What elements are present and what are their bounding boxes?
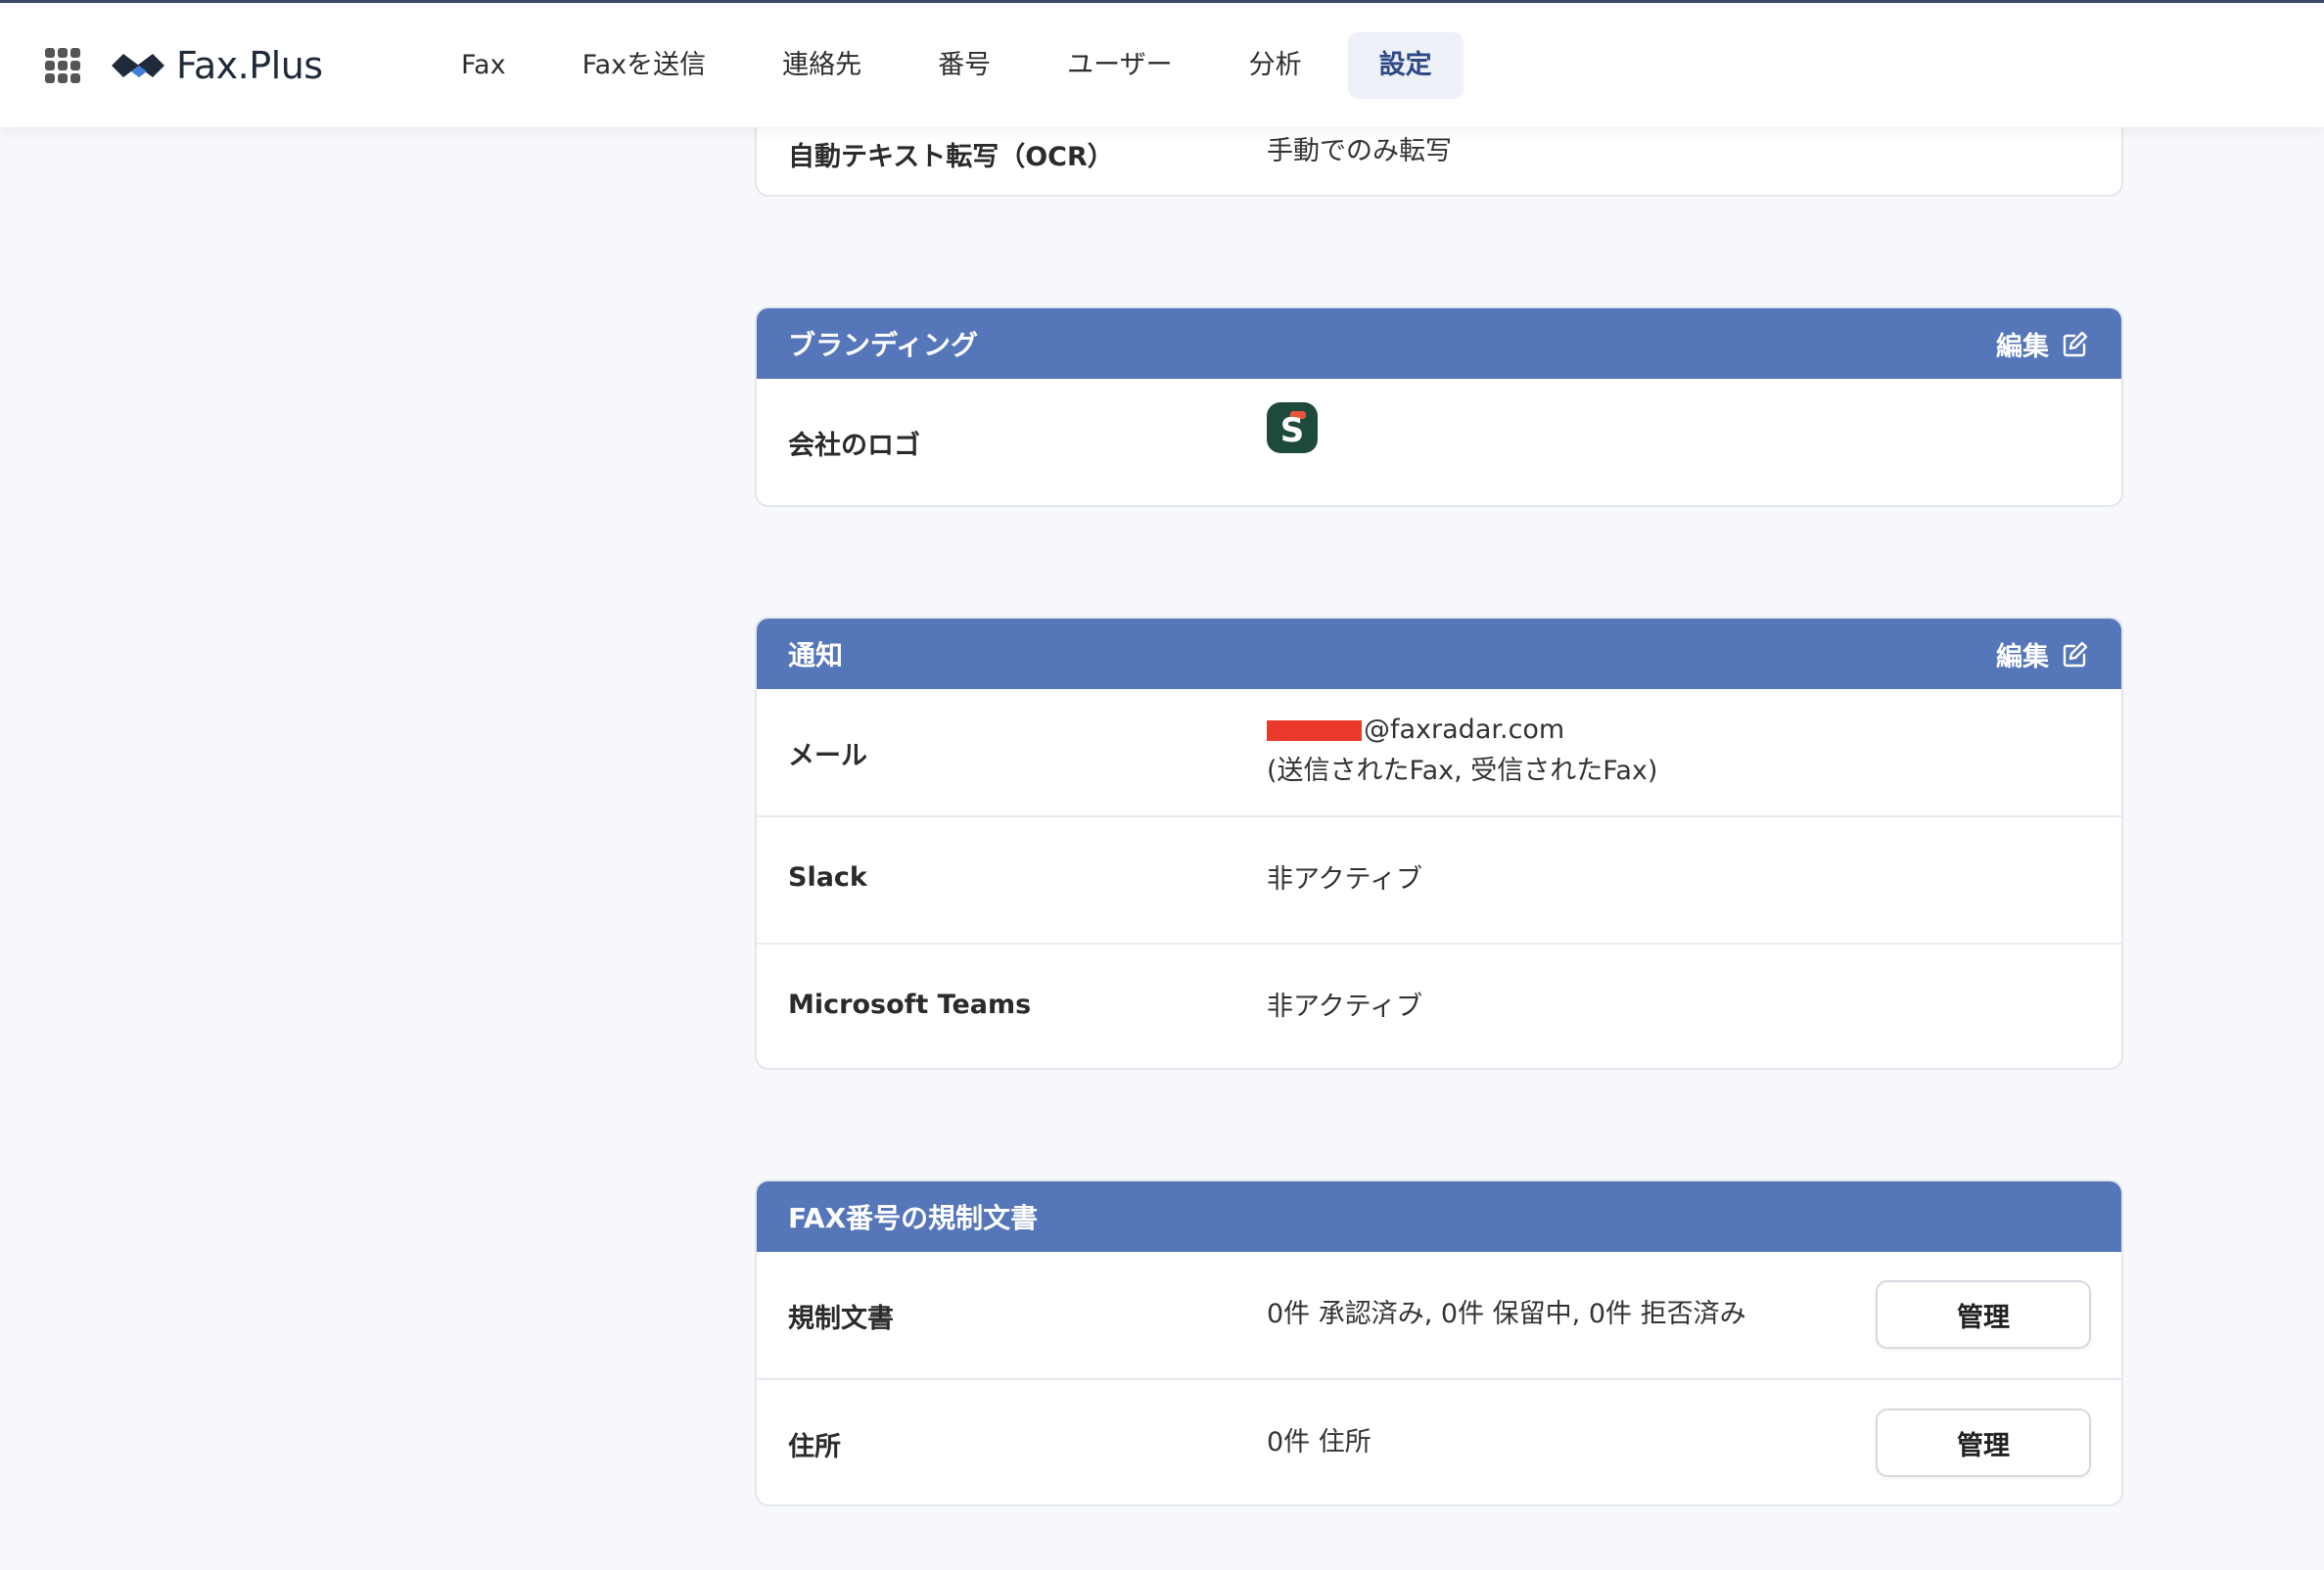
teams-notification-row: Microsoft Teams 非アクティブ (757, 943, 2121, 1068)
manage-address-button[interactable]: 管理 (1876, 1408, 2091, 1477)
main-nav: Fax Faxを送信 連絡先 番号 ユーザー 分析 設定 (431, 32, 1479, 99)
slack-value: 非アクティブ (1267, 864, 1423, 895)
edit-label: 編集 (1996, 641, 2049, 672)
regulatory-title: FAX番号の規制文書 (788, 1202, 1039, 1234)
notifications-edit-button[interactable]: 編集 (1996, 635, 2090, 673)
edit-icon (2063, 641, 2088, 668)
redacted-email-user (1267, 720, 1362, 741)
address-value: 0件 住所 (1267, 1427, 1371, 1457)
regulatory-documents-label: 規制文書 (788, 1304, 894, 1334)
notifications-card-header: 通知 編集 (757, 619, 2121, 689)
branding-card-header: ブランディング 編集 (757, 308, 2121, 379)
nav-settings[interactable]: 設定 (1347, 32, 1464, 99)
brand-logo[interactable]: Fax.Plus (110, 42, 323, 89)
teams-value: 非アクティブ (1267, 992, 1423, 1022)
regulatory-documents-row: 規制文書 0件 承認済み, 0件 保留中, 0件 拒否済み 管理 (757, 1252, 2121, 1378)
edit-icon (2063, 331, 2088, 357)
slack-label: Slack (788, 862, 867, 893)
email-value: @faxradar.com (送信されたFax, 受信されたFax) (1267, 710, 1657, 792)
slack-notification-row: Slack 非アクティブ (757, 815, 2121, 943)
app-header: Fax.Plus Fax Faxを送信 連絡先 番号 ユーザー 分析 設定 (0, 3, 2324, 127)
apps-grid-icon[interactable] (45, 48, 80, 83)
nav-numbers[interactable]: 番号 (907, 32, 1021, 99)
company-logo-letter: S (1280, 411, 1305, 450)
nav-send-fax[interactable]: Faxを送信 (552, 32, 737, 99)
company-logo-label: 会社のロゴ (788, 431, 920, 461)
nav-analytics[interactable]: 分析 (1219, 32, 1332, 99)
company-logo-row: 会社のロゴ S (757, 379, 2121, 505)
regulatory-card-header: FAX番号の規制文書 (757, 1181, 2121, 1252)
branding-edit-button[interactable]: 編集 (1996, 325, 2090, 363)
notifications-title: 通知 (788, 639, 844, 671)
company-logo-image: S (1267, 402, 1318, 453)
regulatory-card: FAX番号の規制文書 規制文書 0件 承認済み, 0件 保留中, 0件 拒否済み… (755, 1179, 2123, 1506)
nav-contacts[interactable]: 連絡先 (752, 32, 892, 99)
teams-label: Microsoft Teams (788, 990, 1032, 1020)
branding-title: ブランディング (788, 329, 979, 361)
email-domain: @faxradar.com (1364, 715, 1565, 745)
address-row: 住所 0件 住所 管理 (757, 1378, 2121, 1504)
edit-label: 編集 (1996, 331, 2049, 362)
nav-fax[interactable]: Fax (431, 32, 536, 99)
ocr-value: 手動でのみ転写 (1267, 136, 1452, 166)
ocr-label: 自動テキスト転写（OCR） (788, 142, 1114, 172)
email-notification-row: メール @faxradar.com (送信されたFax, 受信されたFax) (757, 689, 2121, 815)
fax-plus-logo-icon (112, 54, 164, 77)
regulatory-documents-value: 0件 承認済み, 0件 保留中, 0件 拒否済み (1267, 1299, 1746, 1329)
manage-documents-button[interactable]: 管理 (1876, 1280, 2091, 1349)
brand-name: Fax.Plus (176, 44, 323, 87)
email-detail: (送信されたFax, 受信されたFax) (1267, 756, 1658, 786)
email-label: メール (788, 741, 867, 771)
address-label: 住所 (788, 1432, 841, 1462)
notifications-card: 通知 編集 メール @faxradar.com (送信されたFax, 受信された… (755, 617, 2123, 1070)
nav-users[interactable]: ユーザー (1037, 32, 1202, 99)
branding-card: ブランディング 編集 会社のロゴ S (755, 306, 2123, 507)
